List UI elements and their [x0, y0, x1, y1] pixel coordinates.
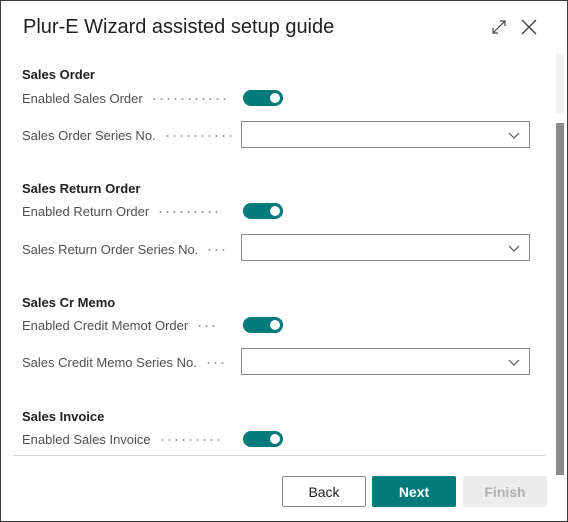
chevron-down-icon [508, 132, 520, 139]
toggle-enabled-sales-order[interactable] [243, 90, 283, 106]
section-title-sales-order: Sales Order [22, 67, 95, 82]
section-title-sales-cr-memo: Sales Cr Memo [22, 295, 116, 310]
finish-button[interactable]: Finish [463, 476, 547, 507]
footer-divider [13, 455, 545, 456]
field-label-sales-credit-memo-series: Sales Credit Memo Series No. [22, 355, 227, 370]
next-button[interactable]: Next [372, 476, 456, 507]
field-label-enabled-return-order: Enabled Return Order [22, 204, 222, 219]
wizard-content: Sales Order Enabled Sales Order Sales Or… [1, 53, 549, 455]
scrollbar-thumb[interactable] [556, 123, 564, 475]
field-label-enabled-credit-memo-order: Enabled Credit Memot Order [22, 318, 219, 333]
section-title-sales-invoice: Sales Invoice [22, 409, 105, 424]
chevron-down-icon [508, 245, 520, 252]
toggle-enabled-credit-memo-order[interactable] [243, 317, 283, 333]
section-title-sales-return-order: Sales Return Order [22, 181, 141, 196]
field-label-enabled-sales-invoice: Enabled Sales Invoice [22, 432, 223, 447]
field-label-sales-return-order-series: Sales Return Order Series No. [22, 242, 229, 257]
dialog-title: Plur-E Wizard assisted setup guide [23, 16, 335, 38]
back-button[interactable]: Back [282, 476, 366, 507]
setup-dialog: Plur-E Wizard assisted setup guide Sales… [0, 0, 568, 522]
close-icon[interactable] [516, 14, 542, 40]
field-label-enabled-sales-order: Enabled Sales Order [22, 91, 229, 106]
chevron-down-icon [508, 359, 520, 366]
select-sales-order-series[interactable] [241, 121, 530, 148]
toggle-enabled-return-order[interactable] [243, 203, 283, 219]
select-sales-credit-memo-series[interactable] [241, 348, 530, 375]
select-sales-return-order-series[interactable] [241, 234, 530, 261]
content-scrollbar[interactable] [554, 53, 566, 475]
toggle-enabled-sales-invoice[interactable] [243, 431, 283, 447]
scrollbar-track [556, 53, 564, 113]
field-label-sales-order-series: Sales Order Series No. [22, 128, 234, 143]
expand-icon[interactable] [486, 14, 512, 40]
